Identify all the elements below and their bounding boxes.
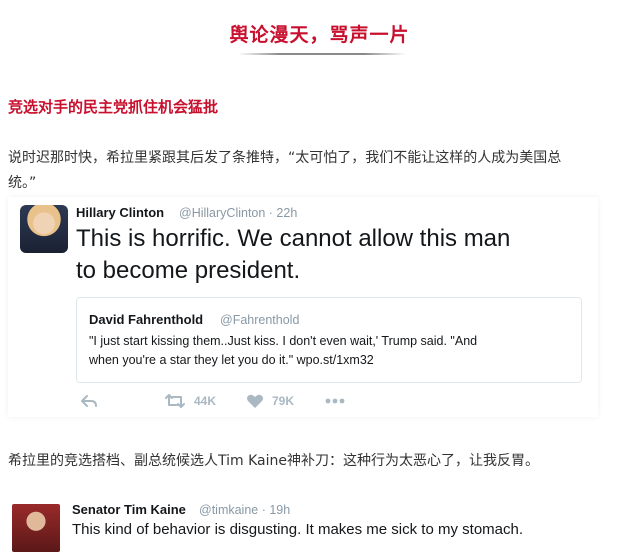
tweet-author-name[interactable]: Hillary Clinton — [76, 205, 164, 220]
tweet-text: This is horrific. We cannot allow this m… — [76, 223, 576, 287]
heart-icon — [246, 393, 264, 409]
title-divider — [238, 53, 406, 55]
quoted-text-line-1: "I just start kissing them..Just kiss. I… — [89, 334, 478, 348]
tweet-text-line-2: to become president. — [76, 257, 301, 284]
tweet-actions: 44K 79K — [76, 393, 476, 413]
retweet-icon — [164, 393, 186, 409]
paragraph-1-line-1: 说时迟那时快，希拉里紧跟其后发了条推特，“太可怕了，我们不能让这样的人成为美国总 — [8, 150, 562, 166]
tweet-author-name[interactable]: Senator Tim Kaine — [72, 502, 186, 517]
more-icon — [324, 393, 346, 409]
tweet-author-handle[interactable]: @timkaine · 19h — [199, 503, 290, 517]
quoted-text: "I just start kissing them..Just kiss. I… — [89, 332, 569, 370]
retweet-count: 44K — [194, 394, 217, 408]
tweet-text-line-1: This is horrific. We cannot allow this m… — [76, 225, 511, 252]
quoted-author-name: David Fahrenthold — [89, 312, 204, 327]
reply-button[interactable] — [80, 393, 98, 409]
retweet-button[interactable]: 44K — [164, 393, 216, 409]
more-button[interactable] — [324, 393, 346, 409]
reply-icon — [80, 393, 98, 409]
avatar[interactable] — [20, 205, 68, 253]
section-title: 舆论漫天，骂声一片 — [229, 24, 410, 46]
paragraph-2: 希拉里的竞选搭档、副总统候选人Tim Kaine神补刀：这种行为太恶心了，让我反… — [8, 453, 539, 469]
avatar[interactable] — [12, 504, 60, 552]
subheading: 竞选对手的民主党抓住机会猛批 — [8, 98, 219, 116]
quoted-text-line-2: when you're a star they let you do it." … — [89, 353, 374, 367]
quoted-author-handle: @Fahrenthold — [220, 313, 300, 327]
embedded-tweet-hillary[interactable]: Hillary Clinton @HillaryClinton · 22h Th… — [8, 197, 598, 417]
like-count: 79K — [272, 394, 295, 408]
quoted-tweet[interactable]: David Fahrenthold @Fahrenthold "I just s… — [76, 297, 582, 383]
like-button[interactable]: 79K — [246, 393, 294, 409]
embedded-tweet-kaine[interactable]: Senator Tim Kaine @timkaine · 19h This k… — [8, 494, 608, 552]
tweet-text: This kind of behavior is disgusting. It … — [72, 521, 524, 538]
paragraph-1-line-2: 统。” — [8, 175, 37, 191]
tweet-author-handle[interactable]: @HillaryClinton · 22h — [179, 206, 297, 220]
